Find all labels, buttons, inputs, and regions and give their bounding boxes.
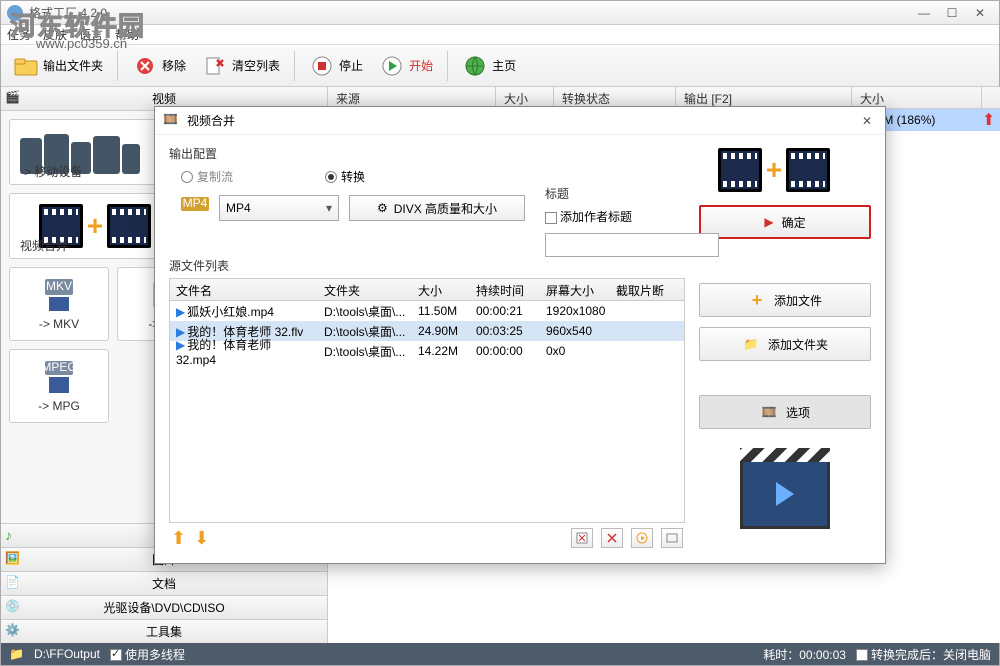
col-size2[interactable]: 大小 [852,87,982,108]
stop-button[interactable]: 停止 [303,51,369,81]
folder-plus-icon: 📁 [742,335,760,353]
toolbar: 输出文件夹 移除 清空列表 停止 开始 主页 [1,45,999,87]
disc-icon: 💿 [5,599,23,617]
clear-icon [202,53,228,79]
source-row[interactable]: ▶狐妖小红娘.mp4 D:\tools\桌面\... 11.50M 00:00:… [170,301,684,321]
clapperboard-icon [740,459,830,529]
output-path[interactable]: D:\FFOutput [34,647,100,661]
menu-help[interactable]: 帮助 [115,26,139,43]
svg-text:MP4: MP4 [183,197,208,210]
move-up-button[interactable]: ⬆ [171,528,186,549]
globe-icon [462,53,488,79]
source-row[interactable]: ▶我的！体育老师 32.mp4 D:\tools\桌面\... 14.22M 0… [170,341,684,361]
plus-icon: + [748,291,766,309]
document-icon: 📄 [5,575,23,593]
close-button[interactable]: ✕ [967,4,993,22]
folder-icon [13,53,39,79]
svg-text:MPEG: MPEG [41,360,76,374]
menu-skin[interactable]: 皮肤 [43,26,67,43]
col-size[interactable]: 大小 [496,87,554,108]
gear-icon: ⚙ [377,201,388,215]
clear-list-button[interactable]: 清空列表 [196,51,286,81]
arrow-up-icon[interactable]: ⬆ [982,110,995,130]
add-file-button[interactable]: + 添加文件 [699,283,871,317]
home-button[interactable]: 主页 [456,51,522,81]
titlebar: 格式工厂 4.2.0 — ☐ ✕ [1,1,999,25]
add-folder-button[interactable]: 📁 添加文件夹 [699,327,871,361]
shutdown-checkbox[interactable]: 转换完成后：关闭电脑 [856,646,991,663]
merge-large-icon: + [699,145,849,195]
mkv-icon: MKV [39,277,79,313]
folder-small-icon: 📁 [9,647,24,661]
remove-icon [132,53,158,79]
title-section: 标题 添加作者标题 [545,185,725,257]
multithread-checkbox[interactable]: 使用多线程 [110,646,185,663]
gear-icon: ⚙️ [5,623,23,641]
format-select[interactable]: MP4 [219,195,339,221]
preset-mkv[interactable]: MKV -> MKV [9,267,109,341]
col-output[interactable]: 输出 [F2] [676,87,852,108]
start-icon [379,53,405,79]
add-author-checkbox[interactable]: 添加作者标题 [545,208,725,225]
image-icon: 🖼️ [5,551,23,569]
dialog-bottom-toolbar: ⬆ ⬇ [169,523,685,553]
source-file-table: 文件名 文件夹 大小 持续时间 屏幕大小 截取片断 ▶狐妖小红娘.mp4 D:\… [169,278,685,523]
merge-small-icon: 🎞️ [163,112,181,130]
app-icon [7,5,23,21]
stop-icon [309,53,335,79]
video-icon: 🎬 [5,90,23,108]
menu-task[interactable]: 任务 [7,26,31,43]
svg-text:MKV: MKV [46,279,72,293]
video-merge-dialog: 🎞️ 视频合并 ✕ 输出配置 复制流 转换 MP4 MP4 ⚙ DIVX 高质量… [154,106,886,564]
col-status[interactable]: 转换状态 [554,87,676,108]
dialog-titlebar: 🎞️ 视频合并 ✕ [155,107,885,135]
statusbar: 📁 D:\FFOutput 使用多线程 耗时：00:00:03 转换完成后：关闭… [1,643,999,665]
play-preview-button[interactable] [631,528,653,548]
dialog-close-button[interactable]: ✕ [857,111,877,131]
mp4-badge-icon: MP4 [181,197,209,219]
audio-icon: ♪ [5,527,23,545]
category-document[interactable]: 📄 文档 [1,571,327,595]
info-button[interactable] [661,528,683,548]
film-options-icon: 🎞️ [760,403,778,421]
move-down-button[interactable]: ⬇ [194,528,209,549]
options-button[interactable]: 🎞️ 选项 [699,395,871,429]
category-disc[interactable]: 💿 光驱设备\DVD\CD\ISO [1,595,327,619]
maximize-button[interactable]: ☐ [939,4,965,22]
menu-language[interactable]: 语言 [79,26,103,43]
source-table-header: 文件名 文件夹 大小 持续时间 屏幕大小 截取片断 [170,279,684,301]
source-list-label: 源文件列表 [169,257,685,274]
delete-item-button[interactable] [571,528,593,548]
play-triangle-icon: ▶ [764,215,773,229]
mpg-icon: MPEG [39,359,79,395]
clip-button[interactable] [601,528,623,548]
minimize-button[interactable]: — [911,4,937,22]
radio-copy-stream[interactable]: 复制流 [181,168,233,185]
quality-settings-button[interactable]: ⚙ DIVX 高质量和大小 [349,195,525,221]
title-input[interactable] [545,233,719,257]
dialog-title: 视频合并 [187,112,235,129]
start-button[interactable]: 开始 [373,51,439,81]
output-config-label: 输出配置 [169,145,685,162]
play-icon: ▶ [176,305,185,319]
remove-button[interactable]: 移除 [126,51,192,81]
col-source[interactable]: 来源 [328,87,496,108]
output-folder-button[interactable]: 输出文件夹 [7,51,109,81]
radio-convert[interactable]: 转换 [325,168,365,185]
window-title: 格式工厂 4.2.0 [29,4,909,21]
preset-mpg[interactable]: MPEG -> MPG [9,349,109,423]
play-icon: ▶ [176,338,185,352]
category-toolset[interactable]: ⚙️ 工具集 [1,619,327,643]
menubar: 任务 皮肤 语言 帮助 [1,25,999,45]
